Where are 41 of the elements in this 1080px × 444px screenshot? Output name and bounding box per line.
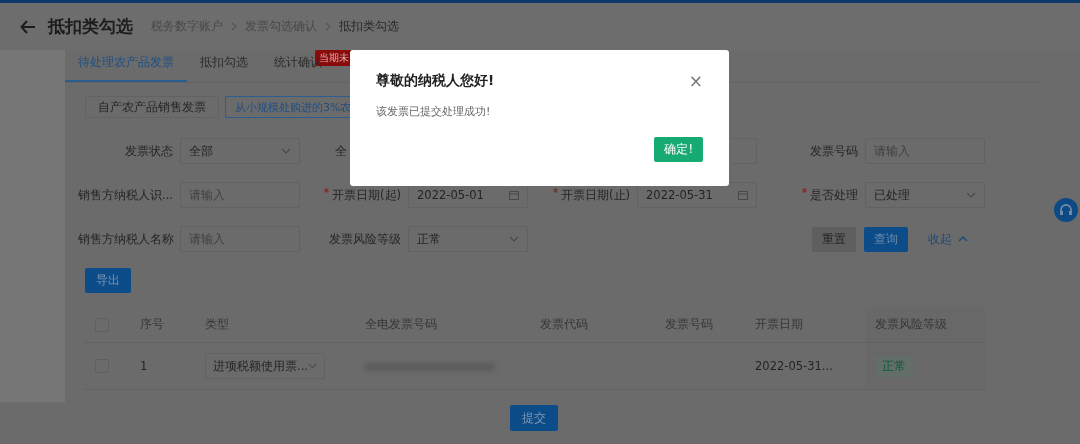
tab[interactable]: 抵扣勾选	[187, 54, 261, 82]
query-button[interactable]: 查询	[864, 226, 908, 252]
field-label: 是否处理	[757, 187, 865, 203]
tab[interactable]: 待处理农产品发票	[65, 54, 187, 82]
field-label: 开票日期(止)	[528, 187, 637, 203]
select-field[interactable]: 正常	[408, 226, 528, 252]
page-title: 抵扣类勾选	[48, 15, 133, 38]
table-cell: 1	[140, 359, 148, 373]
field-label: 发票号码	[809, 143, 859, 159]
field-label: 开票日期(起)	[300, 187, 408, 203]
status-tag: 正常	[875, 355, 913, 377]
breadcrumb-item: 抵扣类勾选	[339, 19, 399, 34]
category-toggle[interactable]: 从小规模处购进的3%农	[225, 96, 352, 118]
field-label: 发票风险等级	[328, 231, 402, 247]
chevron-down-icon	[509, 236, 519, 242]
chevron-down-icon	[281, 148, 291, 154]
submit-button[interactable]: 提交	[510, 405, 558, 431]
chevron-right-icon	[231, 22, 237, 31]
calendar-icon	[738, 190, 748, 200]
field-label: 发票状态	[124, 143, 174, 159]
field-label: 销售方纳税人识...	[78, 187, 174, 203]
dialog-title: 尊敬的纳税人您好!	[376, 72, 495, 90]
headset-icon[interactable]	[1054, 198, 1078, 222]
confirm-button[interactable]: 确定!	[654, 137, 703, 162]
export-button[interactable]: 导出	[85, 268, 131, 293]
calendar-icon	[509, 190, 519, 200]
field-label: 销售方纳税人名称	[78, 231, 175, 247]
chevron-right-icon	[325, 22, 331, 31]
field-label: 全	[334, 143, 348, 159]
collapse-link[interactable]: 收起	[928, 231, 968, 247]
table-cell: 2022-05-31...	[755, 359, 833, 373]
select-field[interactable]: 已处理	[865, 182, 985, 208]
chevron-down-icon	[966, 192, 976, 198]
back-arrow-icon[interactable]	[20, 19, 36, 34]
category-toggle[interactable]: 自产农产品销售发票	[85, 96, 219, 118]
dialog-message: 该发票已提交处理成功!	[376, 104, 492, 119]
close-button[interactable]: ×	[688, 72, 703, 90]
select-field[interactable]: 全部	[180, 138, 300, 164]
chevron-up-icon	[958, 236, 968, 242]
select-field[interactable]: 进项税额使用票...	[205, 353, 325, 379]
chevron-down-icon	[307, 363, 317, 369]
